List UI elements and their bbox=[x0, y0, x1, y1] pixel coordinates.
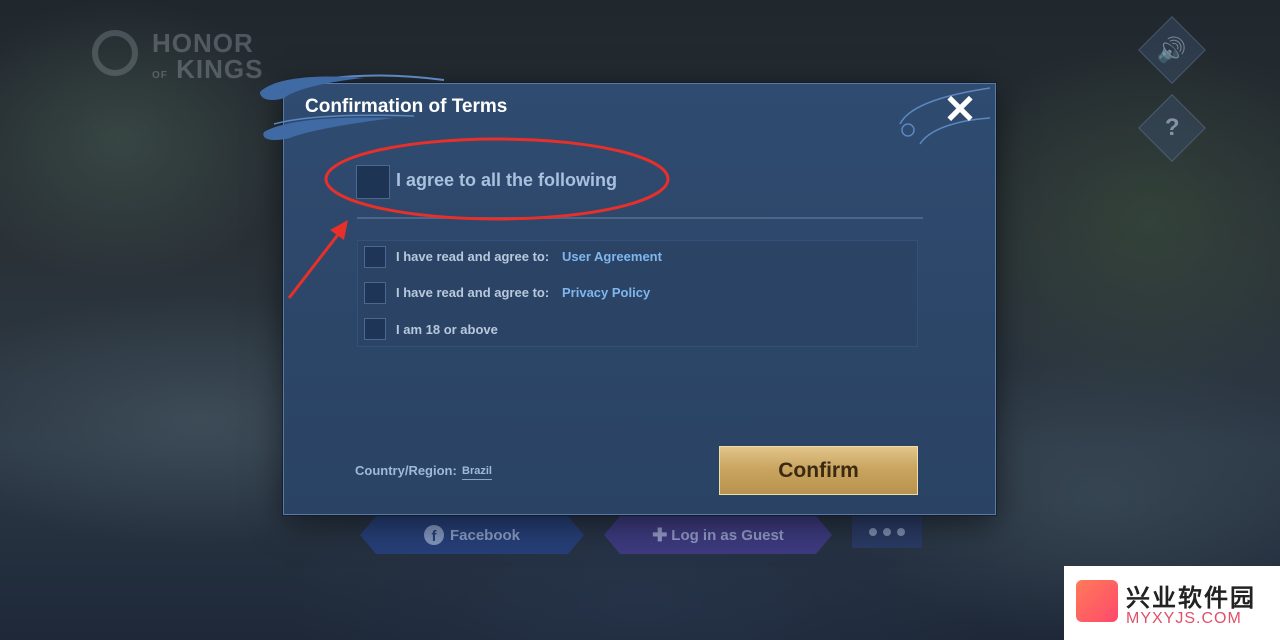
term-prefix: I have read and agree to: bbox=[396, 285, 550, 300]
confirm-button[interactable]: Confirm bbox=[719, 446, 918, 495]
speaker-icon: 🔊 bbox=[1157, 36, 1187, 64]
agree-all-label: I agree to all the following bbox=[396, 170, 618, 190]
dialog-title: Confirmation of Terms bbox=[305, 96, 508, 117]
gamepad-icon: ✚ bbox=[652, 524, 668, 545]
facebook-login-button[interactable]: f Facebook bbox=[360, 516, 584, 554]
privacy-policy-checkbox[interactable] bbox=[364, 282, 386, 304]
user-agreement-link[interactable]: User Agreement bbox=[562, 249, 662, 264]
game-logo: HONOR OF KINGS bbox=[92, 26, 272, 86]
dot-icon bbox=[883, 528, 891, 536]
watermark-logo-icon bbox=[1076, 580, 1118, 622]
privacy-policy-link[interactable]: Privacy Policy bbox=[562, 285, 650, 300]
watermark-en: MYXYJS.COM bbox=[1126, 610, 1242, 627]
region-selector[interactable]: Brazil bbox=[462, 465, 492, 480]
term-prefix: I have read and agree to: bbox=[396, 249, 550, 264]
guest-login-button[interactable]: ✚ Log in as Guest bbox=[604, 516, 832, 554]
dot-icon bbox=[897, 528, 905, 536]
divider bbox=[357, 217, 923, 219]
agree-all-checkbox[interactable] bbox=[356, 165, 390, 199]
close-icon: ✕ bbox=[943, 88, 977, 132]
facebook-label: Facebook bbox=[449, 526, 521, 544]
question-icon: ? bbox=[1164, 113, 1180, 141]
confirm-label: Confirm bbox=[778, 458, 859, 482]
more-options-button[interactable] bbox=[852, 516, 922, 548]
dot-icon bbox=[869, 528, 877, 536]
region-label: Country/Region: bbox=[355, 463, 457, 478]
age-checkbox[interactable] bbox=[364, 318, 386, 340]
watermark: 兴业软件园 MYXYJS.COM bbox=[1064, 566, 1280, 640]
age-label: I am 18 or above bbox=[396, 322, 498, 337]
facebook-icon: f bbox=[424, 525, 444, 545]
watermark-cn: 兴业软件园 bbox=[1126, 585, 1256, 612]
close-button[interactable]: ✕ bbox=[940, 90, 980, 130]
user-agreement-checkbox[interactable] bbox=[364, 246, 386, 268]
guest-label: Log in as Guest bbox=[671, 526, 784, 544]
